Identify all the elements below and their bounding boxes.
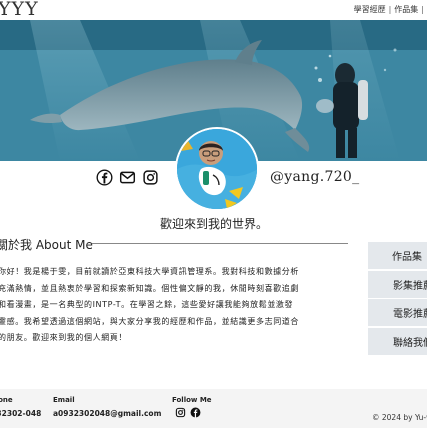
side-menu-contact[interactable]: 聯絡我們 [368, 327, 427, 355]
nav-separator: | [421, 5, 424, 14]
about-divider [92, 243, 348, 244]
footer-phone-value: 0932302-048 [0, 409, 42, 418]
nav-separator: | [388, 5, 392, 14]
about-line: 靈感。我希望透過這個網站，與大家分享我的經歷和作品，並結識更多志同道合 [0, 316, 299, 326]
about-line: 和看漫畫，是一名典型的INTP-T。在學習之餘，這些愛好讓我能夠放鬆並激發 [0, 300, 294, 309]
side-menu-portfolio[interactable]: 作品集 [368, 242, 427, 269]
footer-email-label: Email [53, 396, 75, 404]
about-line: 充滿熱情，並且熱衷於學習和探索新知識。個性偏文靜的我，休閒時刻喜歡追劇 [0, 283, 299, 293]
nav-item-experience[interactable]: 學習經歷 [354, 5, 386, 14]
side-menu-movies[interactable]: 電影推薦 [368, 299, 427, 326]
footer-social-icons [175, 407, 201, 418]
side-menu-series[interactable]: 影集推薦 [368, 270, 427, 298]
about-line: 的朋友。歡迎來到我的個人網頁！ [0, 333, 127, 342]
side-menu: 作品集 影集推薦 電影推薦 聯絡我們 [368, 242, 427, 356]
footer-phone-label: Phone [0, 396, 13, 404]
site-footer: Phone 0932302-048 Email a0932302048@gmai… [0, 389, 427, 428]
top-nav: 學習經歷 | 作品集 | [354, 4, 427, 15]
instagram-icon[interactable] [142, 169, 159, 186]
avatar [175, 127, 259, 211]
footer-follow-label: Follow Me [172, 396, 212, 404]
social-links [96, 169, 159, 186]
footer-email-value[interactable]: a0932302048@gmail.com [53, 409, 161, 418]
site-header: YYY 學習經歷 | 作品集 | [0, 0, 427, 20]
nav-item-portfolio[interactable]: 作品集 [394, 5, 418, 14]
instagram-icon[interactable] [175, 407, 186, 418]
welcome-text: 歡迎來到我的世界。 [160, 217, 269, 231]
facebook-icon[interactable] [96, 169, 113, 186]
site-logo[interactable]: YYY [0, 0, 39, 20]
email-icon[interactable] [119, 169, 136, 186]
facebook-icon[interactable] [190, 407, 201, 418]
profile-handle: @yang.720_ [270, 169, 360, 185]
about-line: 你好！我是楊于雯，目前就讀於亞東科技大學資訊管理系。我對科技和數據分析 [0, 267, 299, 276]
avatar-illustration [177, 129, 257, 209]
about-heading: 關於我 About Me [0, 238, 93, 252]
about-paragraph: 你好！我是楊于雯，目前就讀於亞東科技大學資訊管理系。我對科技和數據分析 充滿熱情… [0, 264, 343, 347]
footer-copyright: © 2024 by Yu-wen [372, 413, 427, 422]
